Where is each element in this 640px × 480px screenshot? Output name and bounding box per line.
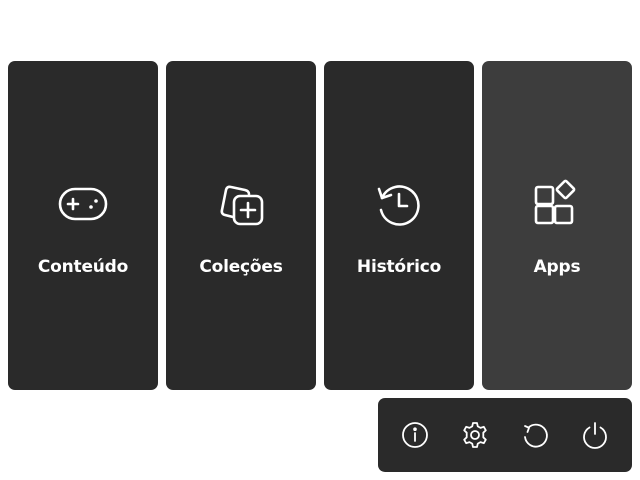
gamepad-icon (58, 187, 108, 221)
restart-button[interactable] (520, 420, 550, 450)
info-icon (402, 422, 428, 448)
launcher-screen: Conteúdo Coleções Histórico Apps (0, 0, 640, 480)
info-button[interactable] (400, 420, 430, 450)
tile-label: Coleções (199, 257, 283, 277)
history-icon (377, 185, 420, 226)
gear-icon (463, 422, 487, 448)
tile-colecoes[interactable]: Coleções (166, 61, 316, 390)
add-collection-icon (220, 185, 264, 226)
settings-button[interactable] (460, 420, 490, 450)
system-bar (378, 398, 632, 472)
apps-icon (534, 179, 576, 225)
restart-icon (524, 423, 548, 448)
tile-label: Conteúdo (37, 257, 129, 277)
tile-label: Apps (533, 257, 581, 277)
tile-conteudo[interactable]: Conteúdo (8, 61, 158, 390)
tile-historico[interactable]: Histórico (324, 61, 474, 390)
tile-label: Histórico (356, 257, 442, 277)
tile-apps[interactable]: Apps (482, 61, 632, 390)
power-button[interactable] (580, 420, 610, 450)
power-icon (583, 422, 607, 449)
